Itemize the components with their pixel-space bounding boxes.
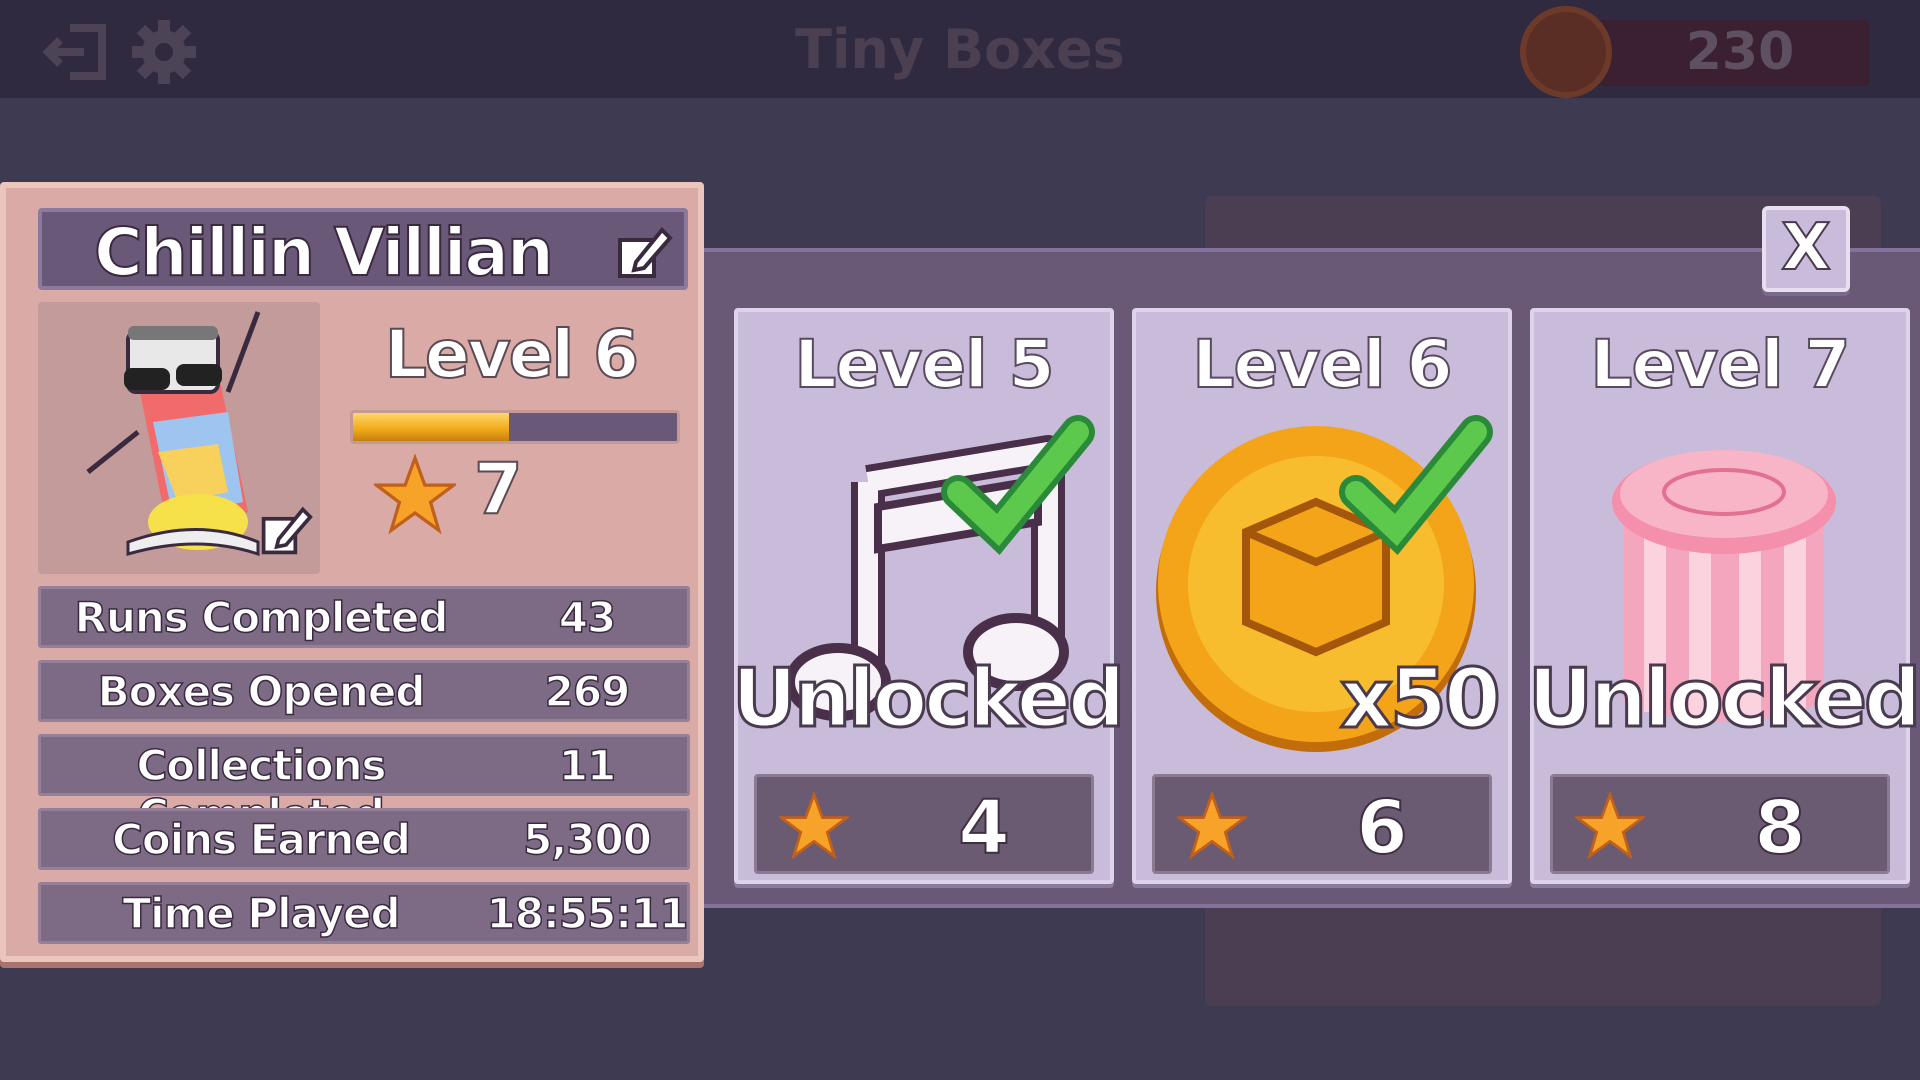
reward-star-cost: 6 — [1152, 774, 1492, 874]
reward-star-cost: 8 — [1550, 774, 1890, 874]
coin-icon — [1520, 6, 1612, 98]
stat-label: Runs Completed — [74, 592, 449, 643]
reward-level: Level 5 — [793, 325, 1055, 404]
stats-list: Runs Completed 43 Boxes Opened 269 Colle… — [38, 586, 690, 956]
stat-row: Coins Earned 5,300 — [38, 808, 690, 870]
coin-count: 230 — [1685, 22, 1795, 82]
avatar[interactable] — [38, 302, 320, 574]
stat-value: 269 — [544, 666, 631, 717]
player-name-bar: Chillin Villian — [38, 208, 688, 292]
stat-row: Boxes Opened 269 — [38, 660, 690, 722]
stat-row: Collections Completed 11 — [38, 734, 690, 840]
xp-progress-fill — [353, 413, 509, 441]
star-icon — [1177, 791, 1247, 860]
stat-label: Coins Earned — [111, 814, 411, 865]
player-name: Chillin Villian — [93, 213, 555, 292]
stat-label: Boxes Opened — [97, 666, 426, 717]
reward-caption: x50 — [1338, 651, 1502, 749]
stat-row: Runs Completed 43 — [38, 586, 690, 648]
reward-level: Level 6 — [1191, 325, 1453, 404]
player-star-count: 7 — [473, 447, 524, 531]
star-icon — [1575, 791, 1645, 860]
stat-row: Time Played 18:55:11 — [38, 882, 690, 944]
xp-progress-bar — [350, 410, 680, 444]
reward-level: Level 7 — [1589, 325, 1851, 404]
star-icon — [779, 791, 849, 860]
reward-caption: Unlocked! — [1527, 651, 1920, 747]
close-button[interactable]: X — [1762, 206, 1850, 292]
stat-label: Time Played — [122, 888, 402, 939]
edit-avatar-icon[interactable] — [258, 502, 314, 558]
reward-star-count: 6 — [1355, 784, 1409, 872]
reward-card-level-6[interactable]: Level 6 x50 6 — [1132, 308, 1512, 884]
profile-panel: Chillin Villian Level 6 7 Runs Completed… — [0, 182, 704, 962]
stat-value: 11 — [558, 740, 617, 791]
reward-caption: Unlocked! — [731, 651, 1161, 747]
reward-star-count: 4 — [957, 784, 1011, 872]
player-level: Level 6 — [384, 315, 640, 394]
stat-value: 43 — [558, 592, 617, 643]
reward-star-cost: 4 — [754, 774, 1094, 874]
reward-card-level-7[interactable]: Level 7 Unlocked! 8 — [1527, 308, 1920, 884]
top-bar: Tiny Boxes 230 — [0, 0, 1920, 98]
stat-value: 18:55:11 — [486, 888, 689, 939]
reward-card-level-5[interactable]: Level 5 Unlocked! 4 — [731, 308, 1161, 884]
stat-value: 5,300 — [522, 814, 652, 865]
edit-name-icon[interactable] — [614, 222, 674, 282]
reward-star-count: 8 — [1753, 784, 1807, 872]
star-icon — [374, 454, 456, 535]
